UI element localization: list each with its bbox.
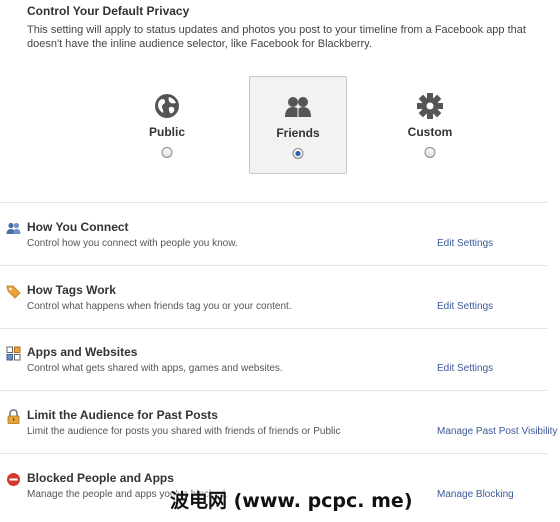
privacy-option-friends[interactable]: Friends [249, 76, 347, 174]
section-description: Control what happens when friends tag yo… [27, 301, 292, 312]
gear-icon [417, 93, 443, 119]
globe-icon [155, 94, 179, 118]
manage-blocking-link[interactable]: Manage Blocking [437, 489, 514, 500]
manage-past-post-visibility-link[interactable]: Manage Past Post Visibility [437, 426, 557, 437]
people-icon [6, 222, 21, 234]
section-description: Control how you connect with people you … [27, 238, 238, 249]
section-description: Limit the audience for posts you shared … [27, 426, 341, 437]
divider [0, 390, 548, 391]
section-limit-past-posts: Limit the Audience for Past Posts Limit … [0, 408, 560, 448]
divider [0, 202, 548, 203]
blocked-icon [7, 473, 20, 486]
privacy-option-custom[interactable]: Custom [382, 76, 478, 172]
friends-icon [285, 97, 311, 117]
option-label: Public [148, 125, 185, 139]
option-label: Friends [276, 126, 320, 140]
edit-settings-link[interactable]: Edit Settings [437, 363, 493, 374]
privacy-header: Control Your Default Privacy This settin… [27, 4, 552, 51]
option-label: Custom [407, 125, 453, 139]
section-title: How You Connect [27, 220, 129, 234]
edit-settings-link[interactable]: Edit Settings [437, 301, 493, 312]
custom-radio[interactable] [424, 147, 436, 158]
watermark: 波电网 (www. pcpc. me) [170, 490, 413, 512]
edit-settings-link[interactable]: Edit Settings [437, 238, 493, 249]
divider [0, 328, 548, 329]
section-apps-and-websites: Apps and Websites Control what gets shar… [0, 345, 560, 385]
section-title: Limit the Audience for Past Posts [27, 408, 218, 422]
tag-icon [6, 285, 21, 299]
divider [0, 265, 548, 266]
privacy-option-public[interactable]: Public [119, 76, 215, 172]
apps-icon [6, 346, 21, 361]
section-how-tags-work: How Tags Work Control what happens when … [0, 283, 560, 323]
section-title: How Tags Work [27, 283, 116, 297]
section-how-you-connect: How You Connect Control how you connect … [0, 220, 560, 260]
privacy-title: Control Your Default Privacy [27, 4, 190, 18]
privacy-description: This setting will apply to status update… [27, 24, 526, 50]
public-radio[interactable] [161, 147, 173, 158]
section-description: Control what gets shared with apps, game… [27, 363, 283, 374]
friends-radio[interactable] [292, 148, 304, 159]
lock-icon [7, 409, 20, 424]
section-title: Blocked People and Apps [27, 471, 174, 485]
divider [0, 453, 548, 454]
section-title: Apps and Websites [27, 345, 138, 359]
